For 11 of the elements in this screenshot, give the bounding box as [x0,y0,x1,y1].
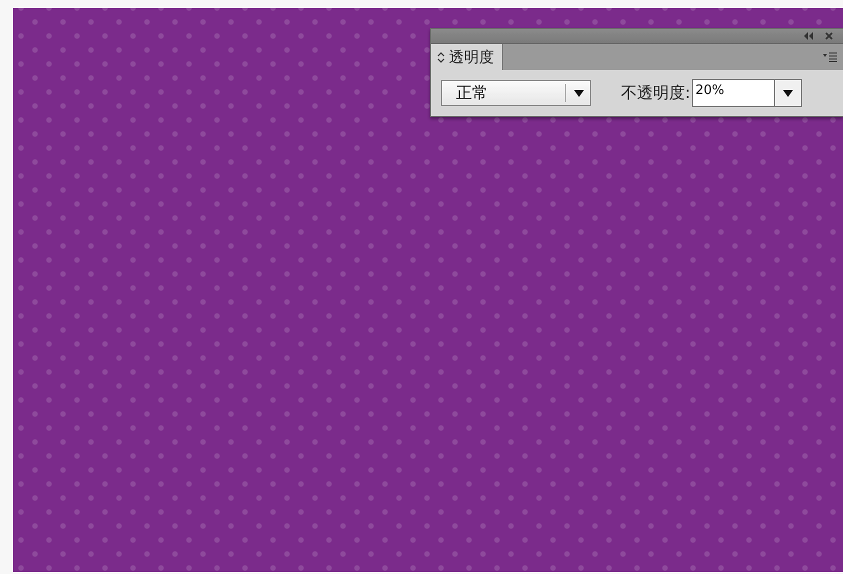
blend-mode-dropdown[interactable]: 正常 [441,80,591,106]
collapse-icon[interactable] [803,32,813,40]
tab-label: 透明度 [449,48,494,66]
dropdown-arrow-icon [574,90,584,96]
close-icon[interactable] [825,32,833,40]
sort-arrows-icon [437,52,445,62]
panel-tab[interactable]: 透明度 [431,44,503,70]
opacity-combo-box[interactable]: 20% [692,79,802,107]
opacity-label: 不透明度: [621,82,690,104]
dropdown-arrow-icon[interactable] [783,90,794,96]
menu-icon[interactable] [823,52,837,62]
